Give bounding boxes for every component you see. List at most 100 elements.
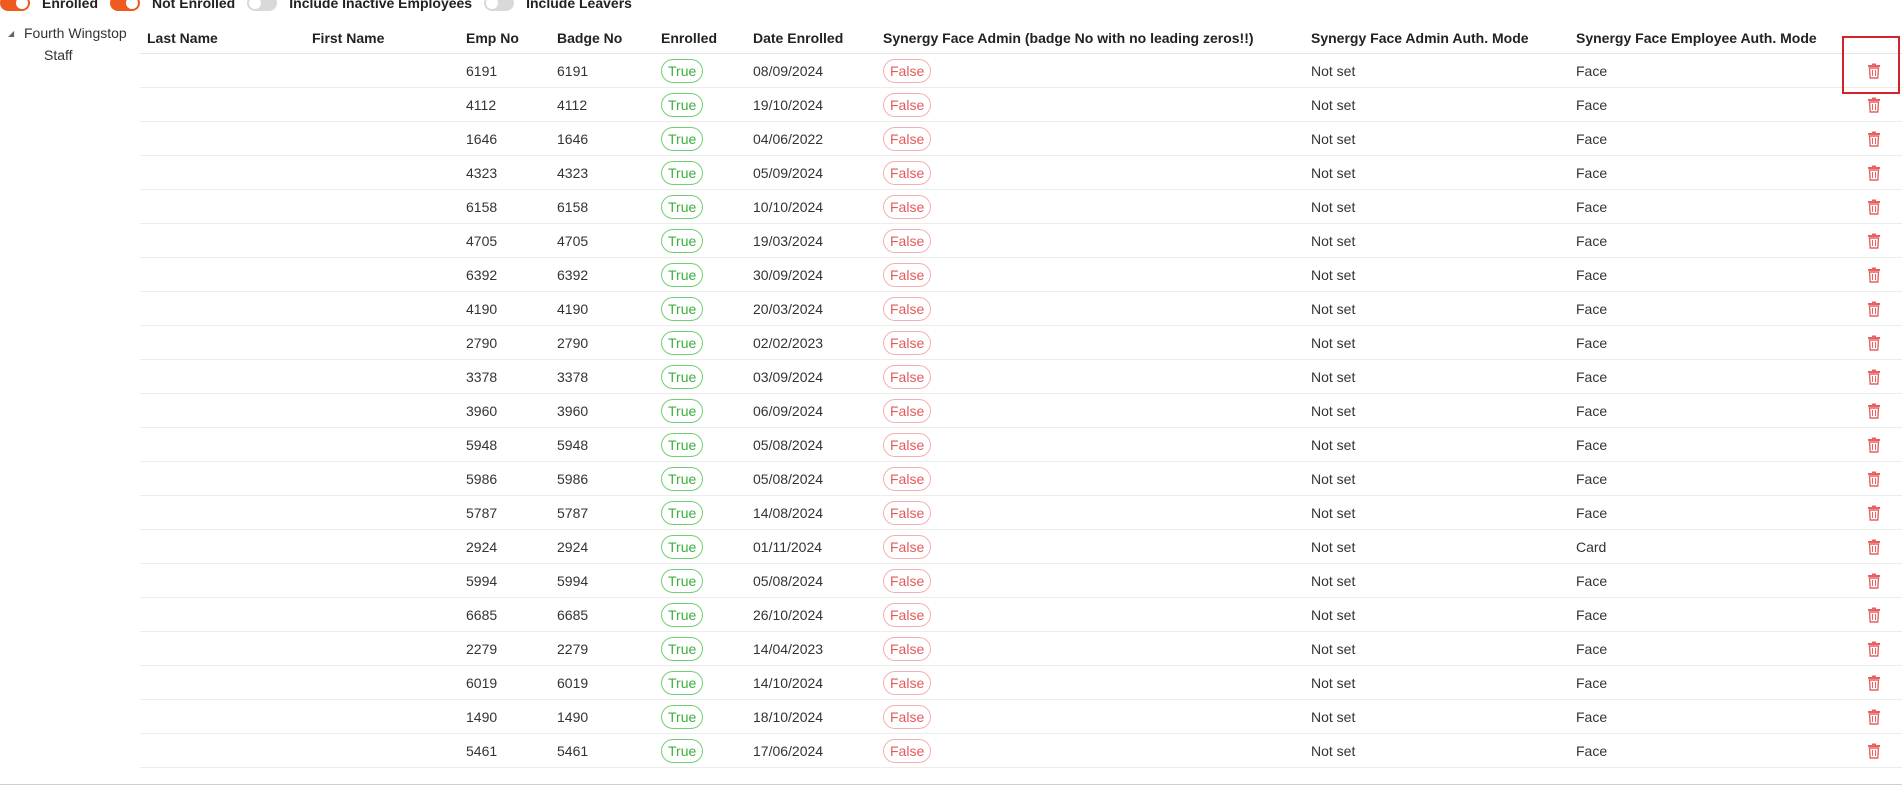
first-name-cell: [305, 257, 459, 292]
filter-enrolled[interactable]: Enrolled: [0, 0, 110, 11]
table-row[interactable]: 1490 1490 True 18/10/2024 False Not set Face: [140, 699, 1902, 734]
table-row[interactable]: 1646 1646 True 04/06/2022 False Not set Face: [140, 121, 1902, 156]
column-header[interactable]: Badge No: [550, 22, 654, 54]
trash-icon[interactable]: [1867, 301, 1881, 317]
trash-icon[interactable]: [1867, 709, 1881, 725]
trash-icon[interactable]: [1867, 97, 1881, 113]
enrolled-badge: True: [661, 364, 704, 389]
face-admin-badge: False: [883, 194, 932, 219]
table-row[interactable]: 2924 2924 True 01/11/2024 False Not set Card: [140, 529, 1902, 564]
column-header[interactable]: First Name: [305, 22, 459, 54]
last-name-cell: [140, 563, 305, 598]
face-admin-badge: False: [883, 364, 932, 389]
delete-cell: [1845, 597, 1902, 632]
trash-icon[interactable]: [1867, 471, 1881, 487]
enrolled-cell: True: [654, 631, 746, 666]
table-row[interactable]: 4112 4112 True 19/10/2024 False Not set Face: [140, 87, 1902, 122]
date-enrolled-cell: 06/09/2024: [746, 393, 876, 428]
filter-leavers[interactable]: Include Leavers: [484, 0, 644, 11]
enrolled-cell: True: [654, 121, 746, 156]
column-header[interactable]: Emp No: [459, 22, 550, 54]
trash-icon[interactable]: [1867, 505, 1881, 521]
column-header[interactable]: Synergy Face Admin Auth. Mode: [1304, 22, 1569, 54]
enrolled-cell: True: [654, 529, 746, 564]
last-name-cell: [140, 257, 305, 292]
trash-icon[interactable]: [1867, 403, 1881, 419]
trash-icon[interactable]: [1867, 641, 1881, 657]
trash-icon[interactable]: [1867, 233, 1881, 249]
date-enrolled-cell: 18/10/2024: [746, 699, 876, 734]
table-row[interactable]: 5461 5461 True 17/06/2024 False Not set Face: [140, 733, 1902, 768]
table-row[interactable]: 4705 4705 True 19/03/2024 False Not set Face: [140, 223, 1902, 258]
employee-auth-mode-cell: Face: [1569, 189, 1845, 224]
admin-auth-mode-cell: Not set: [1304, 121, 1569, 156]
employee-table: Last Name First Name Emp No Badge No Enrolle…: [140, 22, 1902, 768]
trash-icon[interactable]: [1867, 437, 1881, 453]
trash-icon[interactable]: [1867, 199, 1881, 215]
table-row[interactable]: 5948 5948 True 05/08/2024 False Not set Face: [140, 427, 1902, 462]
trash-icon[interactable]: [1867, 335, 1881, 351]
first-name-cell: [305, 121, 459, 156]
enrolled-badge: True: [661, 466, 704, 491]
leavers-toggle[interactable]: [484, 0, 515, 11]
table-row[interactable]: 3378 3378 True 03/09/2024 False Not set Face: [140, 359, 1902, 394]
face-admin-badge: False: [883, 160, 932, 185]
badge-no-cell: 6191: [550, 53, 654, 88]
table-row[interactable]: 4190 4190 True 20/03/2024 False Not set Face: [140, 291, 1902, 326]
delete-cell: [1845, 733, 1902, 768]
table-header: Last Name First Name Emp No Badge No Enrolle…: [140, 22, 1902, 54]
admin-auth-mode-cell: Not set: [1304, 223, 1569, 258]
trash-icon[interactable]: [1867, 165, 1881, 181]
date-enrolled-cell: 03/09/2024: [746, 359, 876, 394]
not-enrolled-toggle[interactable]: [110, 0, 141, 11]
face-admin-badge: False: [883, 534, 932, 559]
trash-icon[interactable]: [1867, 539, 1881, 555]
table-row[interactable]: 6392 6392 True 30/09/2024 False Not set Face: [140, 257, 1902, 292]
trash-icon[interactable]: [1867, 131, 1881, 147]
trash-icon[interactable]: [1867, 573, 1881, 589]
column-header[interactable]: Date Enrolled: [746, 22, 876, 54]
table-row[interactable]: 2279 2279 True 14/04/2023 False Not set Face: [140, 631, 1902, 666]
column-header[interactable]: Synergy Face Employee Auth. Mode: [1569, 22, 1845, 54]
date-enrolled-cell: 14/08/2024: [746, 495, 876, 530]
employee-auth-mode-cell: Face: [1569, 223, 1845, 258]
caret-icon[interactable]: ◢: [8, 29, 24, 38]
trash-icon[interactable]: [1867, 267, 1881, 283]
table-row[interactable]: 6191 6191 True 08/09/2024 False Not set Face: [140, 53, 1902, 88]
table-row[interactable]: 6019 6019 True 14/10/2024 False Not set Face: [140, 665, 1902, 700]
table-row[interactable]: 5994 5994 True 05/08/2024 False Not set Face: [140, 563, 1902, 598]
face-admin-cell: False: [876, 359, 1304, 394]
trash-icon[interactable]: [1867, 743, 1881, 759]
admin-auth-mode-cell: Not set: [1304, 597, 1569, 632]
emp-no-cell: 5948: [459, 427, 550, 462]
admin-auth-mode-cell: Not set: [1304, 53, 1569, 88]
employee-auth-mode-cell: Face: [1569, 155, 1845, 190]
table-row[interactable]: 5787 5787 True 14/08/2024 False Not set Face: [140, 495, 1902, 530]
table-row[interactable]: 6685 6685 True 26/10/2024 False Not set Face: [140, 597, 1902, 632]
inactive-toggle[interactable]: [247, 0, 278, 11]
table-row[interactable]: 6158 6158 True 10/10/2024 False Not set Face: [140, 189, 1902, 224]
tree-root[interactable]: ◢ Fourth Wingstop: [8, 22, 127, 44]
badge-no-cell: 2279: [550, 631, 654, 666]
column-header[interactable]: Synergy Face Admin (badge No with no lea…: [876, 22, 1304, 54]
column-header[interactable]: Enrolled: [654, 22, 746, 54]
face-admin-cell: False: [876, 699, 1304, 734]
table-row[interactable]: 2790 2790 True 02/02/2023 False Not set Face: [140, 325, 1902, 360]
last-name-cell: [140, 291, 305, 326]
table-row[interactable]: 4323 4323 True 05/09/2024 False Not set Face: [140, 155, 1902, 190]
filter-not-enrolled[interactable]: Not Enrolled: [110, 0, 247, 11]
face-admin-badge: False: [883, 92, 932, 117]
filter-inactive[interactable]: Include Inactive Employees: [247, 0, 484, 11]
enrolled-toggle[interactable]: [0, 0, 30, 11]
trash-icon[interactable]: [1867, 369, 1881, 385]
face-admin-badge: False: [883, 636, 932, 661]
last-name-cell: [140, 733, 305, 768]
enrolled-cell: True: [654, 155, 746, 190]
trash-icon[interactable]: [1867, 607, 1881, 623]
table-row[interactable]: 3960 3960 True 06/09/2024 False Not set Face: [140, 393, 1902, 428]
table-row[interactable]: 5986 5986 True 05/08/2024 False Not set Face: [140, 461, 1902, 496]
column-header[interactable]: Last Name: [140, 22, 305, 54]
last-name-cell: [140, 427, 305, 462]
trash-icon[interactable]: [1867, 675, 1881, 691]
tree-child-staff[interactable]: Staff: [8, 44, 127, 66]
